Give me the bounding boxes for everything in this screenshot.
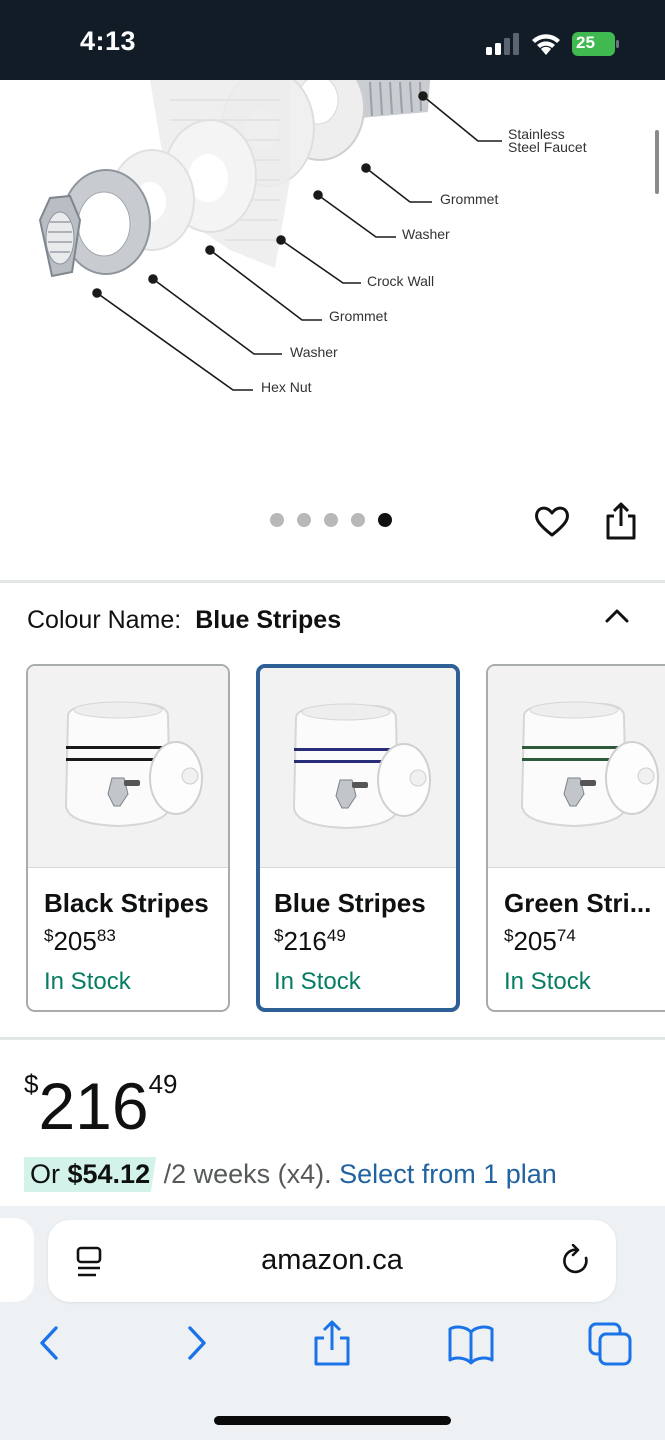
carousel-dot[interactable]	[297, 513, 311, 527]
reload-icon[interactable]	[560, 1244, 594, 1278]
scroll-indicator[interactable]	[655, 130, 659, 194]
swatch-name: Black Stripes	[44, 888, 209, 918]
plan-terms: /2 weeks (x4).	[156, 1159, 340, 1189]
swatch-blue-stripes[interactable]: Blue Stripes $21649 In Stock	[256, 664, 460, 1012]
swatch-stock-status: In Stock	[504, 968, 591, 995]
signal-icon	[486, 33, 519, 55]
status-time: 4:13	[80, 26, 137, 56]
bookmarks-icon[interactable]	[447, 1320, 495, 1366]
url-text: amazon.ca	[261, 1244, 403, 1276]
wifi-icon	[532, 34, 560, 55]
select-plan-link[interactable]: Select from 1 plan	[339, 1159, 557, 1189]
label-grommet-top: Grommet	[440, 191, 499, 207]
swatch-stock-status: In Stock	[44, 968, 131, 995]
carousel-dot[interactable]	[351, 513, 365, 527]
product-image[interactable]: Stainless Steel Faucet Grommet Washer Cr…	[0, 80, 665, 500]
swatch-black-stripes[interactable]: Black Stripes $20583 In Stock	[26, 664, 230, 1012]
price-cents: 49	[148, 1069, 178, 1099]
swatch-image	[28, 666, 228, 868]
colour-value: Blue Stripes	[195, 606, 342, 634]
label-crock-wall: Crock Wall	[367, 273, 435, 289]
share-icon[interactable]	[308, 1320, 356, 1366]
carousel-dots	[270, 513, 392, 527]
swatch-price: $20574	[504, 926, 576, 956]
payment-plan: Or $54.12 /2 weeks (x4). Select from 1 p…	[24, 1157, 557, 1192]
swatch-name: Green Stri...	[504, 888, 652, 918]
price-currency: $	[24, 1069, 39, 1099]
swatch-price: $20583	[44, 926, 116, 956]
swatch-name: Blue Stripes	[274, 888, 426, 918]
label-hex-nut: Hex Nut	[261, 379, 312, 395]
crock-image	[520, 701, 659, 828]
forward-icon[interactable]	[170, 1320, 218, 1366]
home-indicator[interactable]	[214, 1416, 451, 1425]
address-bar[interactable]: amazon.ca	[48, 1220, 616, 1302]
label-grommet-bottom: Grommet	[329, 308, 388, 324]
carousel-dot[interactable]	[324, 513, 338, 527]
swatch-green-stripes[interactable]: Green Stri... $20574 In Stock	[486, 664, 665, 1012]
back-icon[interactable]	[28, 1320, 76, 1366]
crock-image	[64, 701, 203, 828]
price-whole: 216	[38, 1069, 149, 1143]
previous-tab-preview[interactable]	[0, 1218, 34, 1302]
swatch-price: $21649	[274, 926, 346, 956]
chevron-up-icon[interactable]	[602, 604, 632, 626]
product-price: $21649	[24, 1068, 178, 1144]
browser-toolbar: amazon.ca	[0, 1206, 665, 1440]
label-faucet: Stainless Steel Faucet	[508, 126, 587, 155]
battery-level: 25	[576, 33, 595, 52]
section-divider	[0, 580, 665, 583]
swatch-image	[488, 666, 665, 868]
colour-label: Colour Name:	[27, 606, 182, 634]
plan-amount-highlight: Or $54.12	[24, 1157, 157, 1192]
swatch-image	[260, 668, 456, 868]
section-divider	[0, 1037, 665, 1040]
status-bar: 4:13 25	[0, 0, 665, 80]
crock-image	[292, 703, 431, 830]
share-icon[interactable]	[604, 500, 638, 542]
label-washer-top: Washer	[402, 226, 450, 242]
label-washer-bottom: Washer	[290, 344, 338, 360]
colour-swatches: Black Stripes $20583 In Stock Blue Strip…	[0, 664, 665, 1014]
swatch-stock-status: In Stock	[274, 968, 361, 995]
carousel-dot[interactable]	[270, 513, 284, 527]
carousel-dot-active[interactable]	[378, 513, 392, 527]
heart-icon[interactable]	[533, 502, 571, 540]
tabs-icon[interactable]	[586, 1320, 634, 1366]
colour-heading: Colour Name: Blue Stripes	[27, 606, 341, 635]
